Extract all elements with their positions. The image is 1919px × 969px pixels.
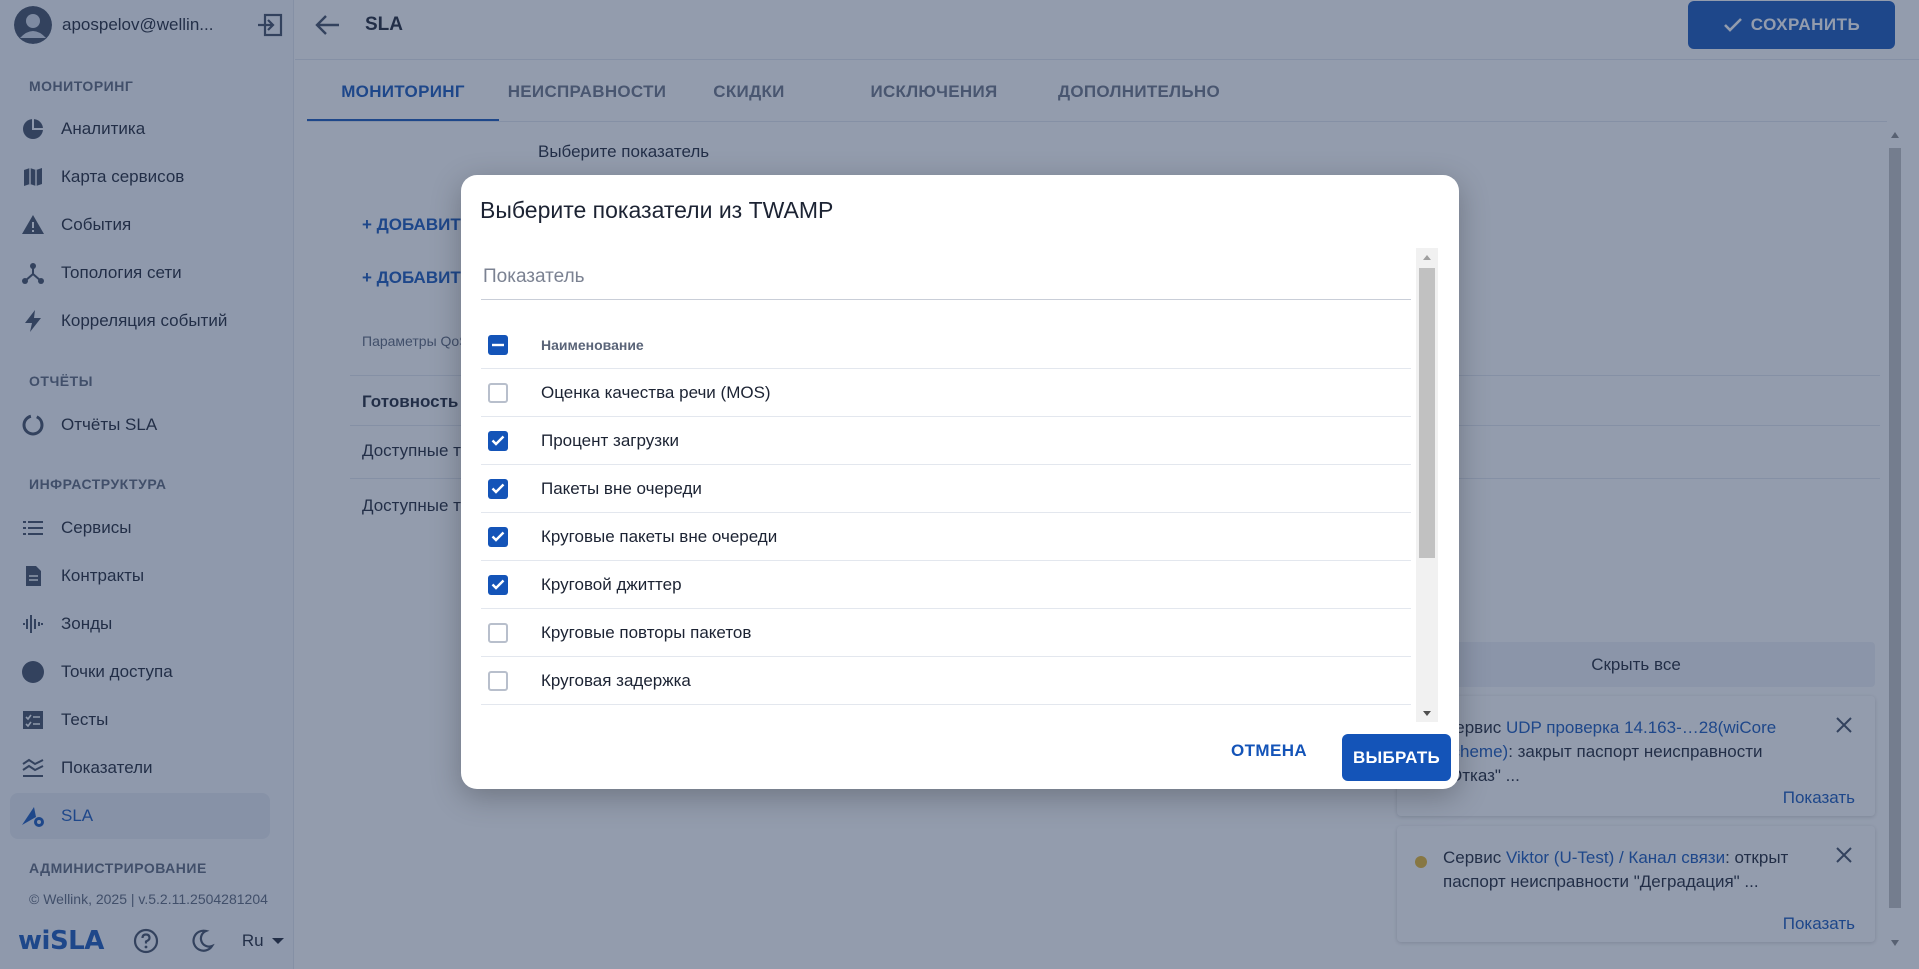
dialog-title: Выберите показатели из TWAMP <box>480 197 834 223</box>
row-checkbox[interactable] <box>488 574 508 595</box>
table-row[interactable]: Круговая задержка <box>481 657 1411 705</box>
table-header-row: Наименование <box>481 321 1411 369</box>
row-checkbox[interactable] <box>488 670 508 691</box>
select-button[interactable]: ВЫБРАТЬ <box>1342 734 1451 781</box>
search-input[interactable] <box>483 266 1383 288</box>
table-row[interactable]: Круговые пакеты вне очереди <box>481 513 1411 561</box>
scrollbar-thumb[interactable] <box>1419 268 1435 558</box>
metrics-dialog: Выберите показатели из TWAMP Наименовани… <box>461 175 1459 789</box>
table-row[interactable]: Круговой джиттер <box>481 561 1411 609</box>
dialog-scrollbar[interactable] <box>1416 248 1438 722</box>
row-label: Круговая задержка <box>541 670 691 690</box>
row-label: Пакеты вне очереди <box>541 478 702 498</box>
row-checkbox[interactable] <box>488 478 508 499</box>
cancel-button[interactable]: ОТМЕНА <box>1231 741 1307 761</box>
table-row[interactable]: Пакеты вне очереди <box>481 465 1411 513</box>
row-label: Круговые пакеты вне очереди <box>541 526 778 546</box>
search-field[interactable] <box>481 248 1411 300</box>
table-row[interactable]: Круговые повторы пакетов <box>481 609 1411 657</box>
row-checkbox[interactable] <box>488 622 508 643</box>
row-checkbox[interactable] <box>488 382 508 403</box>
table-row[interactable]: Процент загрузки <box>481 417 1411 465</box>
table-row[interactable]: Оценка качества речи (MOS) <box>481 369 1411 417</box>
metrics-list: Наименование Оценка качества речи (MOS) … <box>481 248 1419 722</box>
column-header-name: Наименование <box>541 336 644 353</box>
row-label: Круговые повторы пакетов <box>541 622 752 642</box>
row-label: Круговой джиттер <box>541 574 682 594</box>
row-label: Оценка качества речи (MOS) <box>541 382 771 402</box>
row-label: Процент загрузки <box>541 430 679 450</box>
row-checkbox[interactable] <box>488 526 508 547</box>
select-all-checkbox[interactable] <box>488 334 508 355</box>
row-checkbox[interactable] <box>488 430 508 451</box>
